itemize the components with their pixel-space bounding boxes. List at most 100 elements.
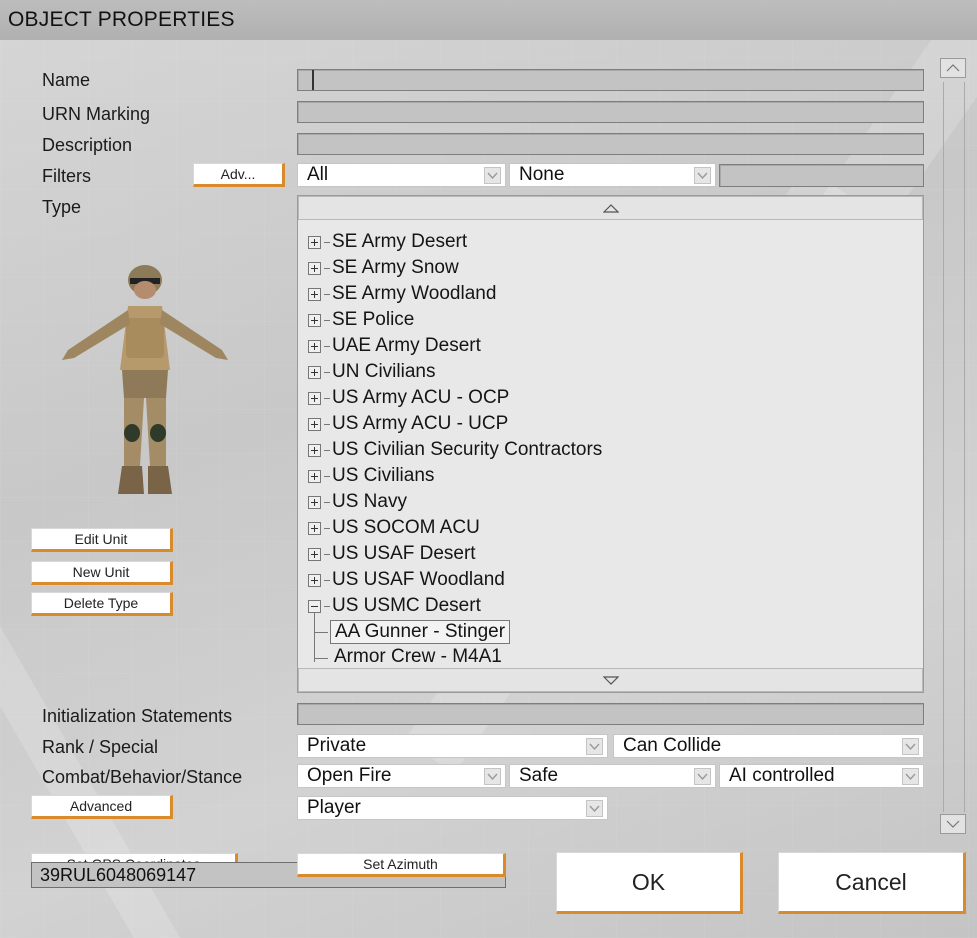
tree-item[interactable]: SE Army Woodland	[308, 281, 496, 307]
tree-item[interactable]: SE Army Desert	[308, 229, 467, 255]
plus-box-icon[interactable]	[308, 235, 321, 249]
rank-value: Private	[307, 735, 367, 756]
tree-connector	[324, 345, 330, 347]
tree-connector	[324, 423, 330, 425]
tree-item[interactable]: UAE Army Desert	[308, 333, 481, 359]
chevron-down-icon[interactable]	[484, 167, 501, 184]
triangle-up-icon	[946, 64, 960, 72]
filter-subcategory-select[interactable]: None	[509, 163, 716, 187]
triangle-down-icon	[946, 820, 960, 828]
tree-item-label: US Civilians	[332, 465, 435, 486]
tree-connector	[324, 527, 330, 529]
minus-box-icon[interactable]	[308, 599, 321, 613]
tree-connector	[324, 475, 330, 477]
plus-box-icon[interactable]	[308, 469, 321, 483]
tree-connector	[324, 553, 330, 555]
tree-connector	[324, 579, 330, 581]
tree-item-label: SE Army Woodland	[332, 283, 497, 304]
behavior-select[interactable]: Safe	[509, 764, 716, 788]
tree-child-item[interactable]: AA Gunner - Stinger	[330, 620, 511, 644]
tree-scroll-down-button[interactable]	[298, 668, 923, 692]
advanced-filter-button[interactable]: Adv...	[193, 163, 285, 187]
scroll-up-button[interactable]	[940, 58, 966, 78]
window-title: OBJECT PROPERTIES	[8, 8, 235, 31]
tree-item[interactable]: US Civilians	[308, 463, 434, 489]
plus-box-icon[interactable]	[308, 339, 321, 353]
tree-item[interactable]: US USMC Desert	[308, 593, 481, 619]
edit-unit-button[interactable]: Edit Unit	[31, 528, 173, 552]
tree-item[interactable]: UN Civilians	[308, 359, 435, 385]
advanced-button[interactable]: Advanced	[31, 795, 173, 819]
tree-item[interactable]: SE Police	[308, 307, 414, 333]
tree-item[interactable]: US Army ACU - UCP	[308, 411, 508, 437]
unit-preview-image	[62, 265, 228, 494]
plus-box-icon[interactable]	[308, 365, 321, 379]
special-value: Can Collide	[623, 735, 722, 756]
tree-item-label: US Army ACU - OCP	[332, 387, 510, 408]
tree-item-label: UN Civilians	[332, 361, 436, 382]
tree-item[interactable]: US SOCOM ACU	[308, 515, 480, 541]
plus-box-icon[interactable]	[308, 417, 321, 431]
tree-connector	[324, 501, 330, 503]
fire-mode-value: Open Fire	[307, 765, 392, 786]
tree-item-label: US USMC Desert	[332, 595, 481, 616]
scroll-down-button[interactable]	[940, 814, 966, 834]
chevron-down-icon[interactable]	[586, 738, 603, 755]
plus-box-icon[interactable]	[308, 547, 321, 561]
title-bar: OBJECT PROPERTIES	[0, 0, 977, 40]
plus-box-icon[interactable]	[308, 391, 321, 405]
role-select[interactable]: Player	[297, 796, 608, 820]
delete-type-button[interactable]: Delete Type	[31, 592, 173, 616]
tree-item-label: US Civilian Security Contractors	[332, 439, 603, 460]
rank-select[interactable]: Private	[297, 734, 608, 758]
tree-item[interactable]: US USAF Desert	[308, 541, 476, 567]
tree-item[interactable]: US USAF Woodland	[308, 567, 505, 593]
tree-connector	[324, 449, 330, 451]
tree-item[interactable]: US Navy	[308, 489, 407, 515]
tree-connector	[314, 658, 328, 659]
tree-item[interactable]: SE Army Snow	[308, 255, 459, 281]
tree-branch-line	[314, 613, 315, 662]
chevron-down-icon[interactable]	[586, 800, 603, 817]
tree-item-label: US USAF Woodland	[332, 569, 505, 590]
chevron-down-icon[interactable]	[694, 768, 711, 785]
tree-item-label: US USAF Desert	[332, 543, 476, 564]
plus-box-icon[interactable]	[308, 521, 321, 535]
fire-mode-select[interactable]: Open Fire	[297, 764, 506, 788]
special-select[interactable]: Can Collide	[613, 734, 924, 758]
tree-connector	[324, 397, 330, 399]
set-azimuth-button[interactable]: Set Azimuth	[297, 853, 506, 877]
cancel-button[interactable]: Cancel	[778, 852, 966, 914]
chevron-down-icon[interactable]	[694, 167, 711, 184]
tree-item[interactable]: US Army ACU - OCP	[308, 385, 509, 411]
plus-box-icon[interactable]	[308, 313, 321, 327]
dialog-scrollbar[interactable]	[937, 58, 971, 836]
new-unit-button[interactable]: New Unit	[31, 561, 173, 585]
filter-category-select[interactable]: All	[297, 163, 506, 187]
plus-box-icon[interactable]	[308, 443, 321, 457]
tree-connector	[324, 241, 330, 243]
chevron-down-icon[interactable]	[484, 768, 501, 785]
urn-marking-field[interactable]	[297, 101, 924, 123]
tree-child-item[interactable]: Armor Crew - M4A1	[330, 646, 506, 662]
initialization-statements-label: Initialization Statements	[42, 706, 233, 726]
initialization-statements-field[interactable]	[297, 703, 924, 725]
tree-item-label: SE Police	[332, 309, 415, 330]
plus-box-icon[interactable]	[308, 495, 321, 509]
name-field[interactable]	[297, 69, 924, 91]
ok-button[interactable]: OK	[556, 852, 743, 914]
plus-box-icon[interactable]	[308, 287, 321, 301]
description-field[interactable]	[297, 133, 924, 155]
urn-marking-label: URN Marking	[42, 104, 151, 124]
filter-search-field[interactable]	[719, 164, 924, 187]
chevron-down-icon[interactable]	[902, 738, 919, 755]
triangle-down-icon	[602, 675, 619, 685]
scrollbar-track[interactable]	[943, 82, 965, 812]
tree-item[interactable]: US Civilian Security Contractors	[308, 437, 602, 463]
chevron-down-icon[interactable]	[902, 768, 919, 785]
control-select[interactable]: AI controlled	[719, 764, 924, 788]
tree-scroll-up-button[interactable]	[298, 196, 923, 220]
plus-box-icon[interactable]	[308, 261, 321, 275]
type-tree-panel: SE Army Desert SE Army Snow SE Army Woodla…	[297, 195, 924, 693]
plus-box-icon[interactable]	[308, 573, 321, 587]
